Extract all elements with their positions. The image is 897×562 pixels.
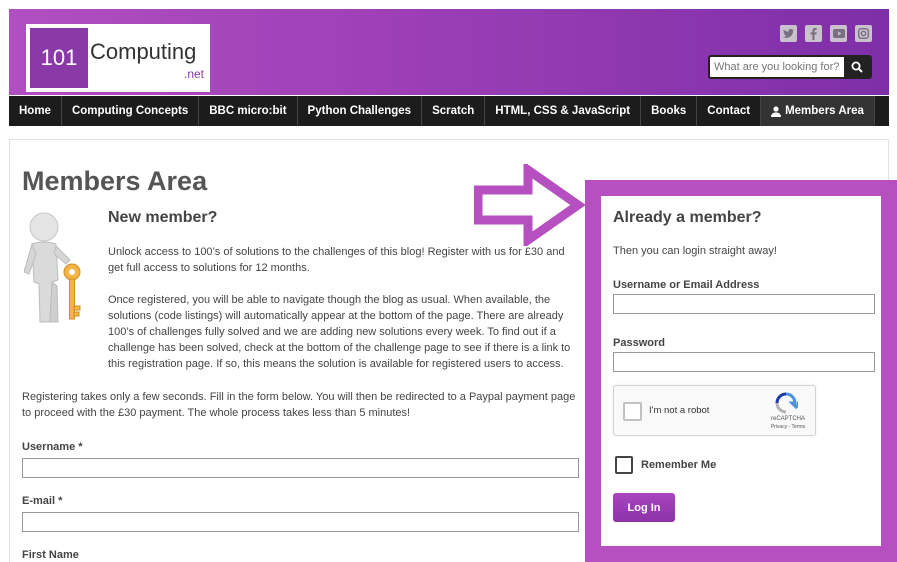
logo-number: 101 — [30, 28, 88, 88]
details-paragraph: Once registered, you will be able to nav… — [108, 294, 571, 370]
search-input[interactable] — [710, 57, 844, 77]
firstname-label: First Name — [22, 549, 79, 561]
logo-suffix: .net — [184, 67, 205, 81]
facebook-icon[interactable] — [805, 25, 822, 42]
register-email-field[interactable] — [22, 512, 579, 532]
nav-item-members-area[interactable]: Members Area — [761, 96, 875, 126]
main-nav: Home Computing Concepts BBC micro:bit Py… — [9, 96, 889, 126]
login-subtitle: Then you can login straight away! — [613, 245, 777, 257]
nav-item-bbc-microbit[interactable]: BBC micro:bit — [199, 96, 298, 126]
page-title: Members Area — [22, 166, 208, 196]
site-logo[interactable]: 101 Computing .net — [26, 24, 210, 92]
person-with-key-image — [24, 212, 81, 323]
recaptcha-icon — [775, 392, 798, 414]
logo-name: Computing — [90, 39, 197, 64]
username-label: Username * — [22, 441, 83, 453]
recaptcha-links[interactable]: Privacy - Terms — [764, 424, 812, 430]
login-username-label: Username or Email Address — [613, 279, 760, 291]
remember-me-checkbox[interactable] — [615, 456, 633, 474]
user-icon — [771, 105, 782, 117]
registration-paragraph: Registering takes only a few seconds. Fi… — [22, 391, 576, 419]
nav-item-html-css-js[interactable]: HTML, CSS & JavaScript — [485, 96, 642, 126]
recaptcha-label: I'm not a robot — [649, 405, 710, 416]
page: 101 Computing .net Home — [0, 0, 897, 562]
login-password-label: Password — [613, 337, 665, 349]
search-bar — [708, 55, 872, 79]
nav-item-home[interactable]: Home — [9, 96, 62, 126]
arrow-right-icon — [474, 164, 586, 246]
nav-item-scratch[interactable]: Scratch — [422, 96, 486, 126]
new-member-title: New member? — [108, 209, 218, 226]
nav-item-computing-concepts[interactable]: Computing Concepts — [62, 96, 200, 126]
recaptcha-brand: reCAPTCHA — [770, 416, 805, 422]
nav-item-members-area-label: Members Area — [785, 105, 864, 117]
nav-item-books[interactable]: Books — [641, 96, 698, 126]
recaptcha-checkbox[interactable] — [623, 402, 642, 421]
instagram-icon[interactable] — [855, 25, 872, 42]
youtube-icon[interactable] — [830, 25, 847, 42]
remember-me-label: Remember Me — [641, 459, 717, 471]
social-links — [780, 25, 872, 42]
login-title: Already a member? — [613, 209, 762, 226]
twitter-icon[interactable] — [780, 25, 797, 42]
site-header: 101 Computing .net — [9, 9, 889, 95]
intro-paragraph: Unlock access to 100’s of solutions to t… — [108, 246, 565, 274]
login-username-field[interactable] — [613, 294, 875, 314]
email-label: E-mail * — [22, 495, 63, 507]
nav-item-python-challenges[interactable]: Python Challenges — [298, 96, 423, 126]
login-button[interactable]: Log In — [613, 493, 675, 522]
login-password-field[interactable] — [613, 352, 875, 372]
search-icon — [851, 61, 863, 73]
search-button[interactable] — [844, 57, 870, 77]
register-username-field[interactable] — [22, 458, 579, 478]
recaptcha-widget: I'm not a robot reCAPTCHA Privacy - Term… — [613, 385, 816, 436]
nav-item-contact[interactable]: Contact — [697, 96, 762, 126]
